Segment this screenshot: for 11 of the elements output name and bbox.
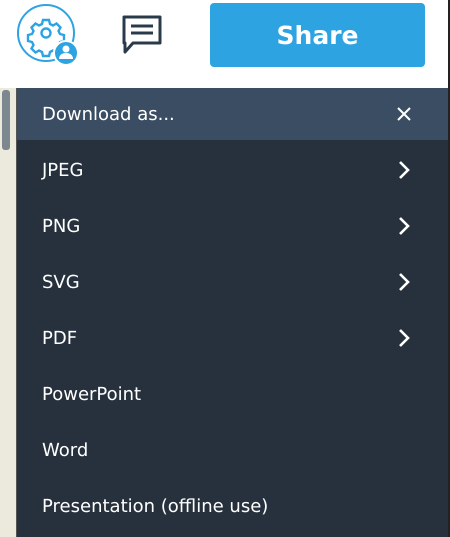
menu-item[interactable]: PDF (17, 310, 448, 366)
close-icon[interactable] (396, 106, 412, 122)
menu-item[interactable]: Word (17, 422, 448, 478)
settings-icon[interactable] (16, 3, 80, 67)
menu-title: Download as... (42, 104, 175, 124)
menu-item[interactable]: PNG (17, 198, 448, 254)
menu-item[interactable]: PowerPoint (17, 366, 448, 422)
scrollbar-thumb[interactable] (2, 90, 10, 150)
menu-item[interactable]: Presentation (offline use) (17, 478, 448, 534)
menu-item[interactable]: SVG (17, 254, 448, 310)
menu-item[interactable]: JPEG (17, 142, 448, 198)
